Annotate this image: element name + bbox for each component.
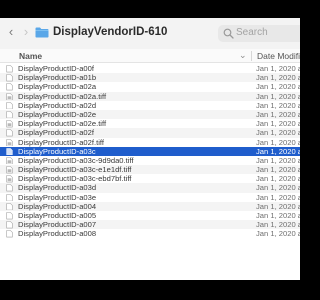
back-button[interactable]: ‹ — [5, 25, 17, 39]
file-date-modified: Jan 1, 2020 at — [256, 82, 300, 92]
file-name: DisplayProductID-a03e — [18, 192, 97, 202]
table-row[interactable]: DisplayProductID-a007 Jan 1, 2020 at — [0, 220, 300, 230]
table-row[interactable]: DisplayProductID-a02d Jan 1, 2020 at — [0, 101, 300, 110]
document-icon — [6, 65, 13, 73]
image-file-icon — [6, 157, 13, 165]
table-row[interactable]: DisplayProductID-a03c-ebd7bf.tiff Jan 1, … — [0, 174, 300, 183]
table-row[interactable]: DisplayProductID-a03d Jan 1, 2020 at — [0, 183, 300, 193]
column-header: Name ⌄ Date Modified — [0, 49, 300, 63]
document-icon — [6, 221, 13, 229]
file-date-modified: Jan 1, 2020 at — [256, 183, 300, 193]
chevron-left-icon: ‹ — [8, 24, 14, 39]
file-date-modified: Jan 1, 2020 at — [256, 73, 300, 83]
file-date-modified: Jan 1, 2020 at — [256, 165, 300, 175]
table-row[interactable]: DisplayProductID-a008 Jan 1, 2020 at — [0, 229, 300, 238]
file-name: DisplayProductID-a03c-ebd7bf.tiff — [18, 174, 132, 184]
file-name: DisplayProductID-a008 — [18, 229, 97, 239]
file-name: DisplayProductID-a02f — [18, 128, 94, 138]
file-date-modified: Jan 1, 2020 at — [256, 100, 300, 110]
file-date-modified: Jan 1, 2020 at — [256, 192, 300, 202]
search-placeholder: Search — [236, 27, 268, 38]
table-row[interactable]: DisplayProductID-a02f.tiff Jan 1, 2020 at — [0, 138, 300, 147]
table-row[interactable]: DisplayProductID-a004 Jan 1, 2020 at — [0, 201, 300, 211]
finder-window: ‹ › DisplayVendorID-610 Search Name ⌄ Da… — [0, 18, 300, 280]
image-file-icon — [6, 92, 13, 100]
table-row[interactable]: DisplayProductID-a02e.tiff Jan 1, 2020 at — [0, 119, 300, 128]
image-file-icon — [6, 138, 13, 146]
file-name: DisplayProductID-a03c-e1e1df.tiff — [18, 165, 132, 175]
table-row[interactable]: DisplayProductID-a03c-9d9da0.tiff Jan 1, … — [0, 156, 300, 165]
document-icon — [6, 83, 13, 91]
table-row[interactable]: DisplayProductID-a03c Jan 1, 2020 at — [0, 146, 300, 156]
table-row[interactable]: DisplayProductID-a02e Jan 1, 2020 at — [0, 109, 300, 120]
document-icon — [6, 147, 13, 155]
file-name: DisplayProductID-a02d — [18, 100, 97, 110]
file-name: DisplayProductID-a01b — [18, 73, 97, 83]
image-file-icon — [6, 166, 13, 174]
file-date-modified: Jan 1, 2020 at — [256, 174, 300, 184]
file-list: DisplayProductID-a00f Jan 1, 2020 at Displ… — [0, 64, 300, 239]
table-row[interactable]: DisplayProductID-a01b Jan 1, 2020 at — [0, 73, 300, 83]
file-date-modified: Jan 1, 2020 at — [256, 137, 300, 147]
chevron-down-icon[interactable]: ⌄ — [239, 50, 247, 61]
document-icon — [6, 203, 13, 211]
file-date-modified: Jan 1, 2020 at — [256, 128, 300, 138]
file-date-modified: Jan 1, 2020 at — [256, 64, 300, 73]
document-icon — [6, 129, 13, 137]
document-icon — [6, 111, 13, 119]
chevron-right-icon: › — [23, 24, 29, 39]
file-date-modified: Jan 1, 2020 at — [256, 201, 300, 211]
document-icon — [6, 212, 13, 220]
table-row[interactable]: DisplayProductID-a02a Jan 1, 2020 at — [0, 82, 300, 91]
image-file-icon — [6, 175, 13, 183]
file-date-modified: Jan 1, 2020 at — [256, 119, 300, 129]
file-name: DisplayProductID-a004 — [18, 201, 97, 211]
file-name: DisplayProductID-a03d — [18, 183, 97, 193]
file-name: DisplayProductID-a03c — [18, 146, 96, 156]
file-name: DisplayProductID-a005 — [18, 211, 97, 220]
file-name: DisplayProductID-a02a.tiff — [18, 91, 107, 101]
file-date-modified: Jan 1, 2020 at — [256, 211, 300, 220]
document-icon — [6, 101, 13, 110]
table-row[interactable]: DisplayProductID-a005 Jan 1, 2020 at — [0, 211, 300, 220]
file-name: DisplayProductID-a02e.tiff — [18, 119, 107, 129]
file-name: DisplayProductID-a03c-9d9da0.tiff — [18, 155, 134, 165]
image-file-icon — [6, 120, 13, 128]
window-title: DisplayVendorID-610 — [53, 26, 168, 38]
table-row[interactable]: DisplayProductID-a02a.tiff Jan 1, 2020 at — [0, 91, 300, 101]
table-row[interactable]: DisplayProductID-a02f Jan 1, 2020 at — [0, 128, 300, 138]
search-icon — [223, 28, 234, 39]
document-icon — [6, 193, 13, 201]
folder-icon — [35, 27, 49, 38]
file-date-modified: Jan 1, 2020 at — [256, 155, 300, 165]
column-name-header[interactable]: Name — [19, 51, 42, 61]
column-divider[interactable] — [251, 51, 252, 61]
file-date-modified: Jan 1, 2020 at — [256, 229, 300, 239]
file-name: DisplayProductID-a02f.tiff — [18, 137, 104, 147]
file-date-modified: Jan 1, 2020 at — [256, 146, 300, 156]
forward-button[interactable]: › — [20, 25, 32, 39]
document-icon — [6, 230, 13, 238]
file-name: DisplayProductID-a02a — [18, 82, 97, 92]
table-row[interactable]: DisplayProductID-a00f Jan 1, 2020 at — [0, 64, 300, 73]
document-icon — [6, 74, 13, 82]
search-input[interactable]: Search — [218, 25, 300, 42]
file-date-modified: Jan 1, 2020 at — [256, 109, 300, 119]
column-date-header[interactable]: Date Modified — [257, 51, 300, 61]
file-name: DisplayProductID-a007 — [18, 220, 97, 230]
file-name: DisplayProductID-a02e — [18, 109, 97, 119]
document-icon — [6, 184, 13, 192]
file-name: DisplayProductID-a00f — [18, 64, 94, 73]
file-date-modified: Jan 1, 2020 at — [256, 220, 300, 230]
table-row[interactable]: DisplayProductID-a03e Jan 1, 2020 at — [0, 193, 300, 202]
toolbar: ‹ › DisplayVendorID-610 Search — [0, 18, 300, 49]
file-date-modified: Jan 1, 2020 at — [256, 91, 300, 101]
table-row[interactable]: DisplayProductID-a03c-e1e1df.tiff Jan 1, … — [0, 165, 300, 175]
